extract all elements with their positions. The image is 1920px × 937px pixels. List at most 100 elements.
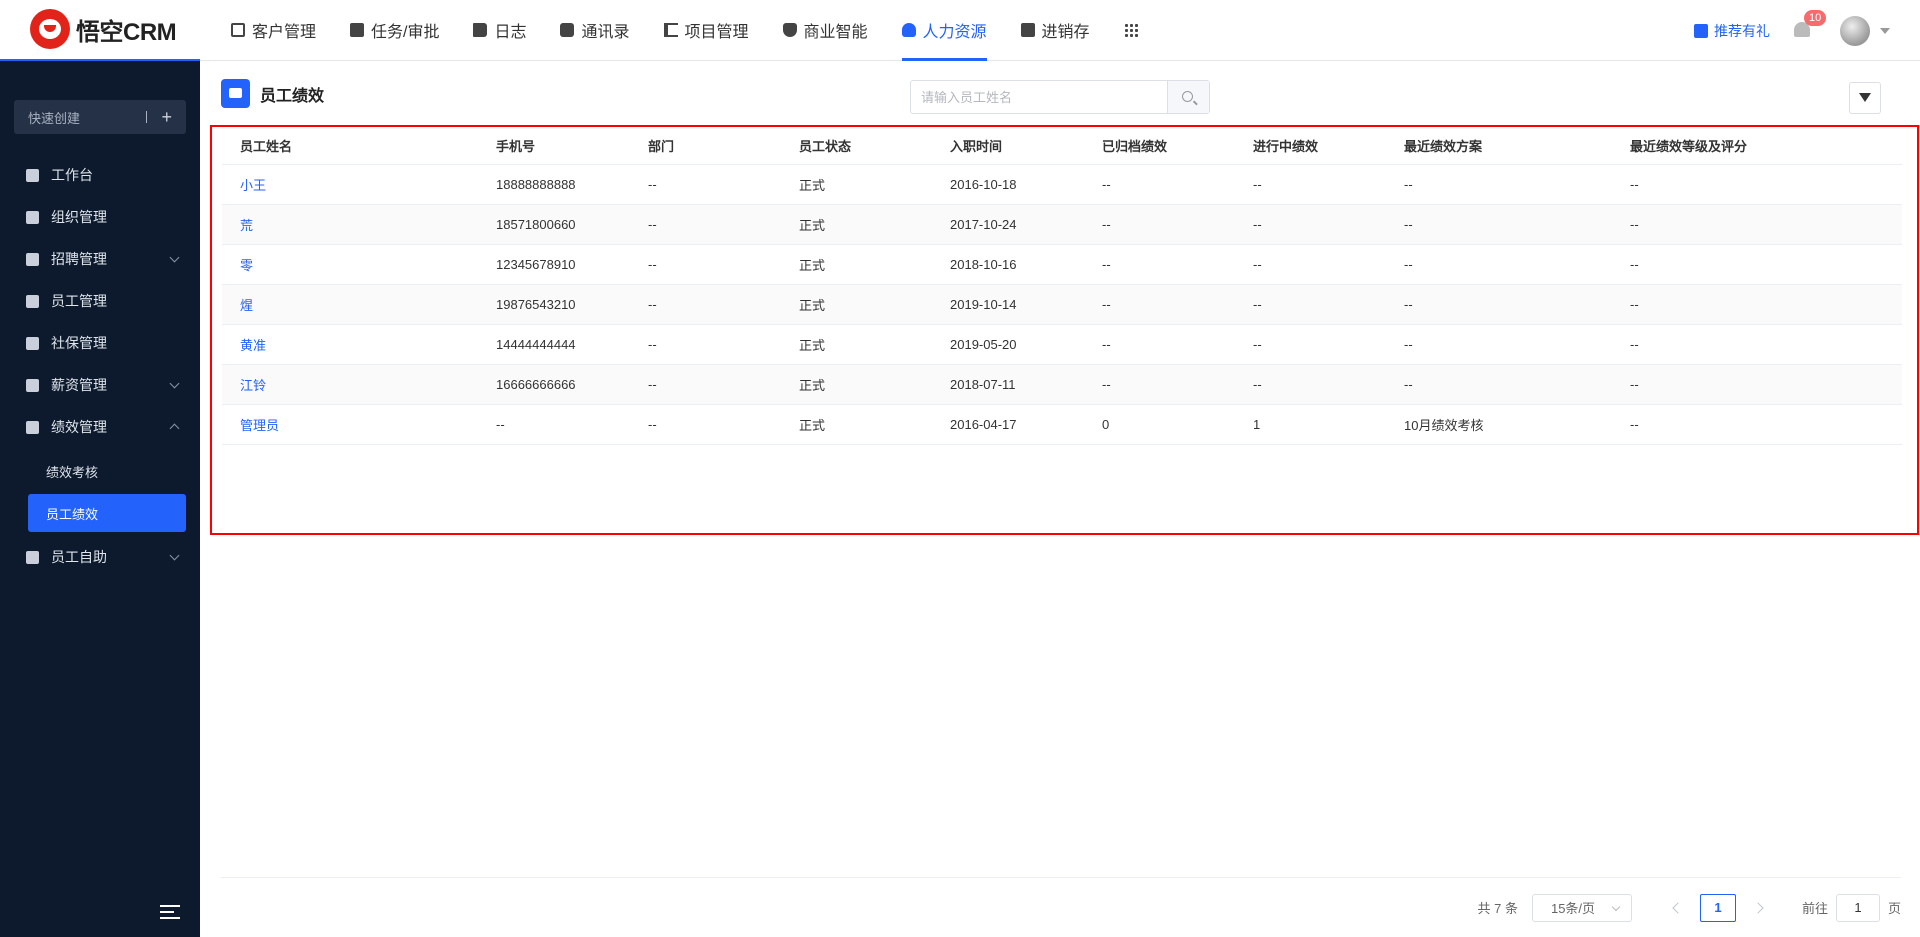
page-number-current[interactable]: 1 xyxy=(1699,893,1736,922)
table-cell: 正式 xyxy=(781,364,932,405)
column-header[interactable]: 入职时间 xyxy=(932,127,1084,165)
page-header: 员工绩效 xyxy=(221,79,324,108)
nav-label: 进销存 xyxy=(1041,24,1090,41)
table-row[interactable]: 荒 18571800660 -- 正式 2017-10-24 -- -- -- … xyxy=(222,204,1902,245)
employee-name-link[interactable]: 煋 xyxy=(222,284,478,325)
table-cell: -- xyxy=(1084,324,1235,365)
chevron-down-icon xyxy=(169,550,180,561)
table-cell: -- xyxy=(1612,284,1902,325)
table-cell: -- xyxy=(1235,324,1386,365)
table-row[interactable]: 煋 19876543210 -- 正式 2019-10-14 -- -- -- … xyxy=(222,284,1902,325)
person-icon xyxy=(26,294,39,308)
total-count: 共 7 条 xyxy=(1477,901,1518,916)
table-cell: -- xyxy=(1612,204,1902,245)
table-cell: 正式 xyxy=(781,404,932,445)
org-chart-icon xyxy=(26,210,39,224)
table-cell: -- xyxy=(1612,364,1902,405)
sidebar-subitem-performance-review[interactable]: 绩效考核 xyxy=(0,452,200,490)
column-header[interactable]: 手机号 xyxy=(478,127,630,165)
gift-label: 推荐有礼 xyxy=(1714,22,1770,39)
nav-more-apps[interactable] xyxy=(1107,0,1162,61)
sidebar-item-workbench[interactable]: 工作台 xyxy=(0,154,200,196)
nav-label: 任务/审批 xyxy=(371,24,440,41)
wallet-icon xyxy=(26,378,39,392)
table-cell: 2019-10-14 xyxy=(932,284,1084,325)
nav-item-contacts[interactable]: 通讯录 xyxy=(543,0,646,61)
nav-item-customer[interactable]: 客户管理 xyxy=(214,0,333,61)
notification-bell[interactable]: 10 xyxy=(1794,9,1827,40)
goto-page-input[interactable] xyxy=(1835,893,1880,922)
employee-name-link[interactable]: 管理员 xyxy=(222,404,478,445)
sidebar-item-recruitment[interactable]: 招聘管理 xyxy=(0,238,200,280)
nav-item-log[interactable]: 日志 xyxy=(456,0,543,61)
table-row[interactable]: 管理员 -- -- 正式 2016-04-17 0 1 10月绩效考核 -- xyxy=(222,404,1902,445)
header-actions: 推荐有礼 10 xyxy=(1694,0,1890,61)
nav-item-bi[interactable]: 商业智能 xyxy=(766,0,885,61)
nav-item-tasks[interactable]: 任务/审批 xyxy=(333,0,456,61)
quick-create-button[interactable]: 快速创建 + xyxy=(14,100,186,134)
column-header[interactable]: 进行中绩效 xyxy=(1235,127,1386,165)
sidebar-item-salary[interactable]: 薪资管理 xyxy=(0,364,200,406)
table-cell: -- xyxy=(1612,404,1902,445)
sidebar-item-label: 组织管理 xyxy=(51,209,107,225)
page-size-value: 15条/页 xyxy=(1550,901,1596,916)
table-cell: 12345678910 xyxy=(478,244,630,285)
project-icon xyxy=(663,23,678,37)
table-row[interactable]: 零 12345678910 -- 正式 2018-10-16 -- -- -- … xyxy=(222,244,1902,285)
filter-button[interactable] xyxy=(1849,82,1881,114)
column-header[interactable]: 已归档绩效 xyxy=(1084,127,1235,165)
sidebar-subitem-label: 绩效考核 xyxy=(46,464,99,480)
nav-label: 人力资源 xyxy=(922,24,987,41)
monitor-icon xyxy=(26,168,39,182)
sidebar-item-self-service[interactable]: 员工自助 xyxy=(0,536,200,578)
table-cell: 2016-10-18 xyxy=(932,164,1084,205)
table-cell: -- xyxy=(1084,284,1235,325)
employee-name-link[interactable]: 黄准 xyxy=(222,324,478,365)
column-header[interactable]: 员工状态 xyxy=(781,127,932,165)
people-icon xyxy=(901,23,916,37)
chevron-down-icon[interactable] xyxy=(1880,27,1890,34)
employee-name-link[interactable]: 江铃 xyxy=(222,364,478,405)
sidebar-subitem-employee-performance[interactable]: 员工绩效 xyxy=(28,494,186,532)
employee-name-link[interactable]: 零 xyxy=(222,244,478,285)
table-row[interactable]: 黄准 14444444444 -- 正式 2019-05-20 -- -- --… xyxy=(222,324,1902,365)
employee-name-link[interactable]: 小王 xyxy=(222,164,478,205)
sidebar-item-social-insurance[interactable]: 社保管理 xyxy=(0,322,200,364)
nav-item-inventory[interactable]: 进销存 xyxy=(1004,0,1107,61)
column-header[interactable]: 员工姓名 xyxy=(222,127,478,165)
table-cell: 2018-07-11 xyxy=(932,364,1084,405)
column-header[interactable]: 部门 xyxy=(630,127,781,165)
briefcase-icon xyxy=(26,252,39,266)
search-icon[interactable] xyxy=(1167,81,1209,113)
table-cell: 正式 xyxy=(781,244,932,285)
sidebar-item-organization[interactable]: 组织管理 xyxy=(0,196,200,238)
logo[interactable]: 悟空CRM xyxy=(0,0,200,61)
goto-label: 前往 xyxy=(1801,901,1828,916)
column-header[interactable]: 最近绩效方案 xyxy=(1386,127,1612,165)
table-cell: 19876543210 xyxy=(478,284,630,325)
table-row[interactable]: 小王 18888888888 -- 正式 2016-10-18 -- -- --… xyxy=(222,164,1902,205)
nav-label: 日志 xyxy=(494,24,527,41)
referral-gift-link[interactable]: 推荐有礼 xyxy=(1694,21,1770,41)
page-size-select[interactable]: 15条/页 xyxy=(1531,893,1632,922)
nav-item-hr[interactable]: 人力资源 xyxy=(885,0,1004,61)
sidebar-item-employees[interactable]: 员工管理 xyxy=(0,280,200,322)
column-header[interactable]: 最近绩效等级及评分 xyxy=(1612,127,1902,165)
search-input[interactable] xyxy=(911,81,1167,113)
avatar[interactable] xyxy=(1840,15,1870,46)
chevron-right-icon[interactable] xyxy=(1754,902,1766,914)
sidebar-item-label: 薪资管理 xyxy=(51,377,107,393)
collapse-menu-icon[interactable] xyxy=(160,905,180,919)
employee-performance-table-container: 员工姓名 手机号 部门 员工状态 入职时间 已归档绩效 进行中绩效 最近绩效方案… xyxy=(210,125,1919,535)
employee-name-link[interactable]: 荒 xyxy=(222,204,478,245)
sidebar-item-performance[interactable]: 绩效管理 xyxy=(0,406,200,448)
sidebar-item-label: 员工自助 xyxy=(51,549,107,565)
table-cell: 1 xyxy=(1235,404,1386,445)
table-cell: 18888888888 xyxy=(478,164,630,205)
table-cell: -- xyxy=(630,404,781,445)
nav-label: 项目管理 xyxy=(684,24,749,41)
chevron-left-icon[interactable] xyxy=(1670,902,1682,914)
nav-label: 客户管理 xyxy=(252,24,317,41)
table-row[interactable]: 江铃 16666666666 -- 正式 2018-07-11 -- -- --… xyxy=(222,364,1902,405)
nav-item-projects[interactable]: 项目管理 xyxy=(647,0,766,61)
